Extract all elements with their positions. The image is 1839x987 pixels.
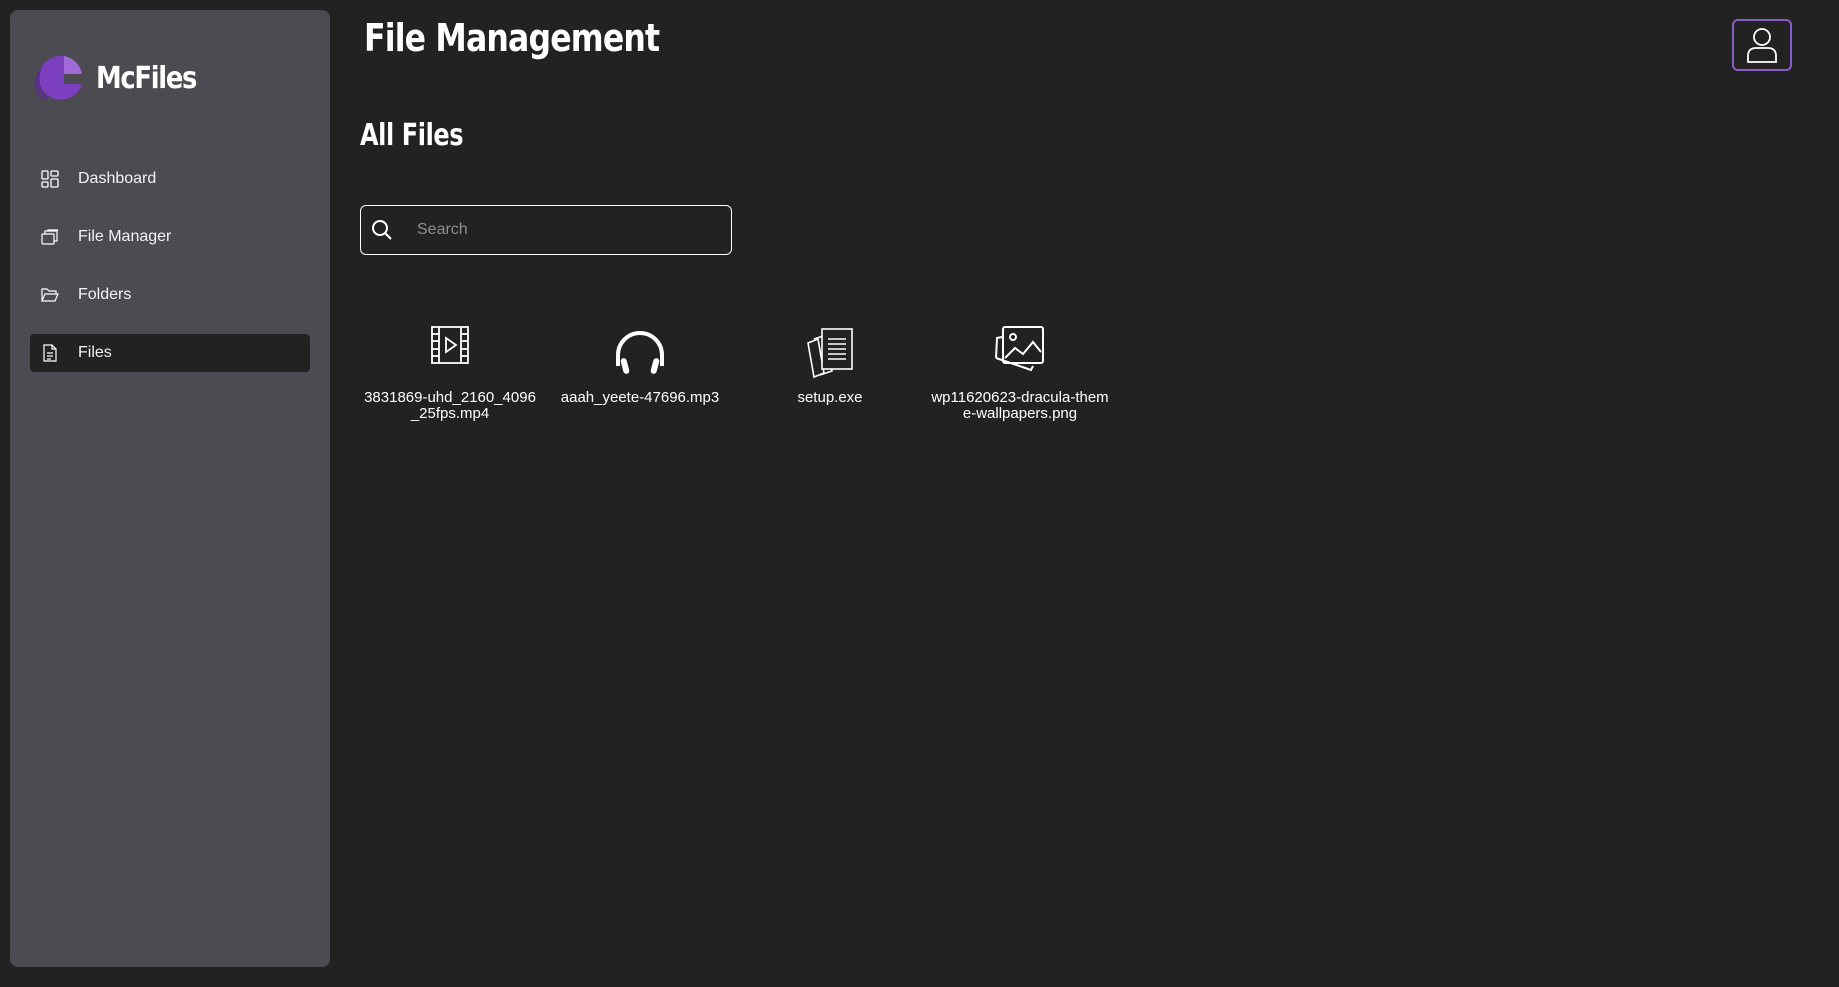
folder-open-icon [40,285,60,305]
sidebar: McFiles Dashboard File Manager Folders F… [10,10,330,967]
brand[interactable]: McFiles [34,52,212,104]
headphones-icon [613,300,667,390]
file-item[interactable]: wp11620623-dracula-theme-wallpapers.png [925,300,1115,422]
sidebar-item-dashboard[interactable]: Dashboard [30,160,310,198]
file-item[interactable]: aaah_yeete-47696.mp3 [545,300,735,422]
documents-stack-icon [804,300,856,390]
file-name: aaah_yeete-47696.mp3 [560,389,720,406]
image-icon [993,300,1047,390]
file-item[interactable]: 3831869-uhd_2160_4096_25fps.mp4 [355,300,545,422]
search-icon [372,220,392,240]
sidebar-item-label: File Manager [78,228,172,245]
sidebar-item-label: Folders [78,286,132,303]
sidebar-item-folders[interactable]: Folders [30,276,310,314]
section-title: All Files [360,118,464,153]
search-box [360,205,732,255]
crescent-logo-icon [34,55,82,101]
sidebar-nav: Dashboard File Manager Folders Files [30,160,310,392]
file-name: setup.exe [797,389,863,406]
file-name: 3831869-uhd_2160_4096_25fps.mp4 [364,389,536,422]
search-input[interactable] [417,221,707,239]
brand-name: McFiles [96,60,197,96]
user-icon [1747,28,1777,63]
page-title: File Management [364,16,660,60]
stacked-files-icon [40,227,60,247]
sidebar-item-label: Dashboard [78,170,157,187]
sidebar-item-file-manager[interactable]: File Manager [30,218,310,256]
video-file-icon [430,300,470,390]
sidebar-item-label: Files [78,344,112,361]
app: McFiles Dashboard File Manager Folders F… [0,0,1839,987]
file-item[interactable]: setup.exe [735,300,925,422]
sidebar-item-files[interactable]: Files [30,334,310,372]
user-menu-button[interactable] [1732,19,1792,71]
file-name: wp11620623-dracula-theme-wallpapers.png [931,389,1109,422]
dashboard-grid-icon [40,169,60,189]
file-grid: 3831869-uhd_2160_4096_25fps.mp4 aaah_yee… [355,300,1115,422]
document-icon [40,343,60,363]
